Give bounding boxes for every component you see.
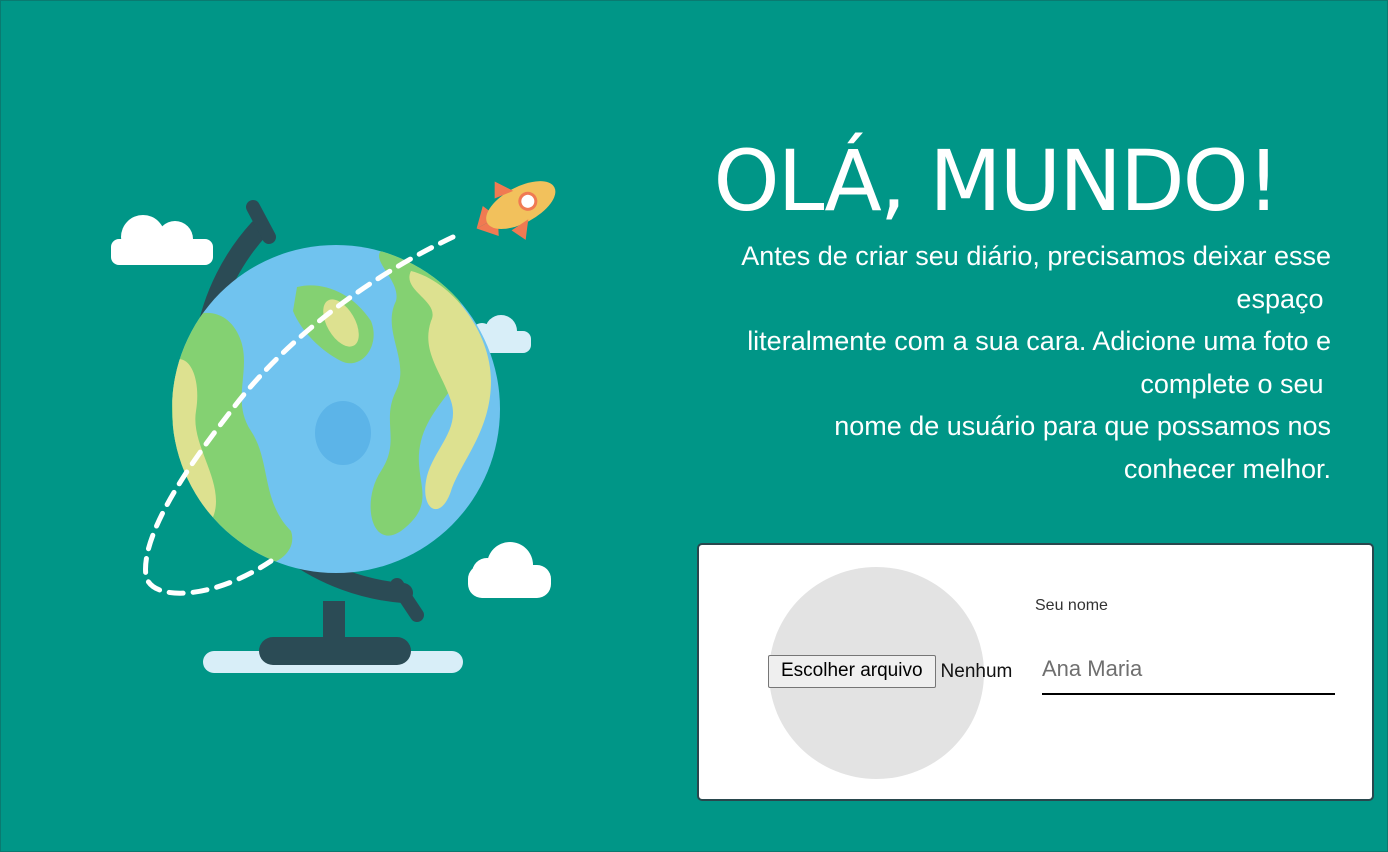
page: OLÁ, MUNDO! Antes de criar seu diário, p… [0,0,1388,852]
name-input[interactable] [1042,645,1335,695]
globe-illustration [111,181,556,673]
description-line: espaço [1236,283,1331,314]
name-label: Seu nome [1035,597,1108,614]
welcome-description: Antes de criar seu diário, precisamos de… [641,235,1331,490]
cloud-icon [111,215,213,265]
description-line: nome de usuário para que possamos nos [834,411,1331,441]
file-status: Nenhum [940,660,1013,682]
description-line: conhecer melhor. [1123,453,1331,484]
page-title: OLÁ, MUNDO! [713,132,1281,230]
globe-axis-bottom [390,578,424,622]
description-line: Antes de criar seu diário, precisamos de… [741,241,1331,271]
welcome-section: OLÁ, MUNDO! Antes de criar seu diário, p… [641,131,1332,490]
description-line: literalmente com a sua cara. Adicione um… [747,326,1331,356]
rocket-icon [476,181,556,240]
cloud-icon [468,542,551,598]
photo-upload: Escolher arquivo Nenhum [768,655,1012,688]
description-line: complete o seu [1140,368,1331,399]
globe-pole [323,601,345,645]
choose-file-button[interactable]: Escolher arquivo [768,655,936,688]
profile-card: Escolher arquivo Nenhum Seu nome [697,543,1374,801]
